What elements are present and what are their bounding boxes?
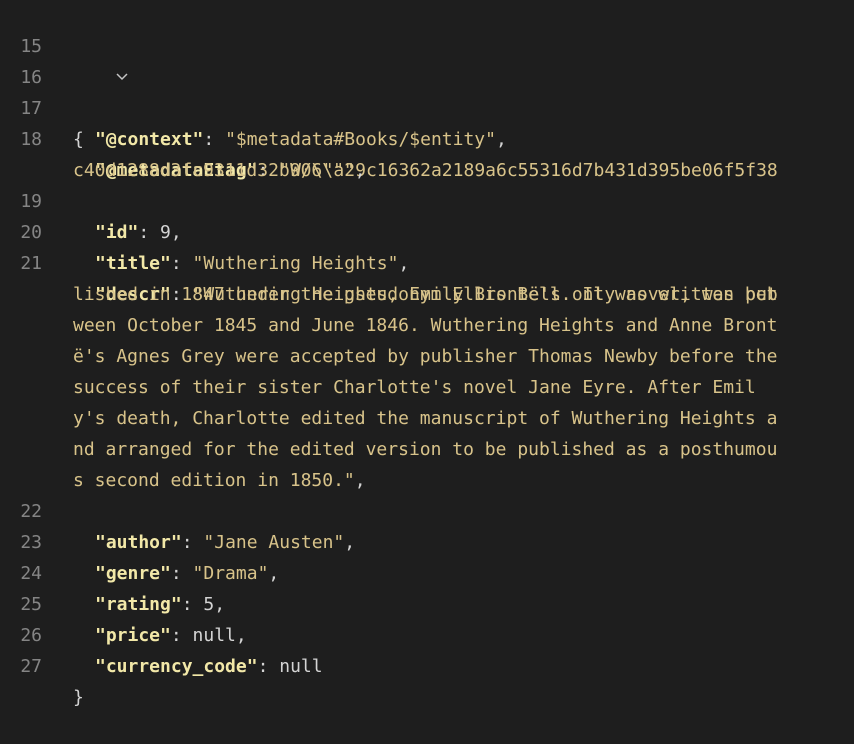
code-editor[interactable]: 15 16 { 17 "@context": "$metadata#Books/… bbox=[0, 0, 854, 708]
editor-wrap-line[interactable]: lished in 1847 under the pseudonym Ellis… bbox=[0, 248, 854, 305]
editor-wrap-line[interactable]: ë's Agnes Grey were accepted by publishe… bbox=[0, 310, 854, 367]
editor-line[interactable]: 22 "author": "Jane Austen", bbox=[0, 465, 854, 553]
json-key: "currency_code" bbox=[95, 656, 258, 677]
editor-line[interactable]: 20 "title": "Wuthering Heights", bbox=[0, 186, 854, 274]
editor-line[interactable]: 18 "@metadataEtag": "W/\"a29c16362a2189a… bbox=[0, 93, 854, 181]
editor-wrap-line[interactable]: nd arranged for the edited version to be… bbox=[0, 403, 854, 460]
close-brace: } bbox=[73, 687, 84, 708]
editor-wrap-line[interactable]: s second edition in 1850.", bbox=[0, 434, 854, 491]
editor-line[interactable]: 16 { bbox=[0, 31, 854, 150]
editor-line[interactable]: 26 "currency_code": null bbox=[0, 589, 854, 677]
line-number: 27 bbox=[20, 656, 42, 677]
editor-line[interactable]: 27 } bbox=[0, 620, 854, 708]
editor-line[interactable]: 21 "descr": "Wuthering Heights, Emily Br… bbox=[0, 217, 854, 305]
editor-wrap-line[interactable]: c40d1288d3fc9311d32b906\"", bbox=[0, 124, 854, 181]
editor-wrap-line[interactable]: success of their sister Charlotte's nove… bbox=[0, 341, 854, 398]
editor-wrap-line[interactable]: ween October 1845 and June 1846. Wutheri… bbox=[0, 279, 854, 336]
editor-line[interactable]: 17 "@context": "$metadata#Books/$entity"… bbox=[0, 62, 854, 150]
editor-line[interactable]: 23 "genre": "Drama", bbox=[0, 496, 854, 584]
json-value: null bbox=[279, 656, 323, 677]
editor-line[interactable]: 19 "id": 9, bbox=[0, 155, 854, 243]
editor-line[interactable]: 25 "price": null, bbox=[0, 558, 854, 646]
editor-line[interactable]: 24 "rating": 5, bbox=[0, 527, 854, 615]
editor-wrap-line[interactable]: y's death, Charlotte edited the manuscri… bbox=[0, 372, 854, 429]
editor-line[interactable]: 15 bbox=[0, 0, 854, 57]
